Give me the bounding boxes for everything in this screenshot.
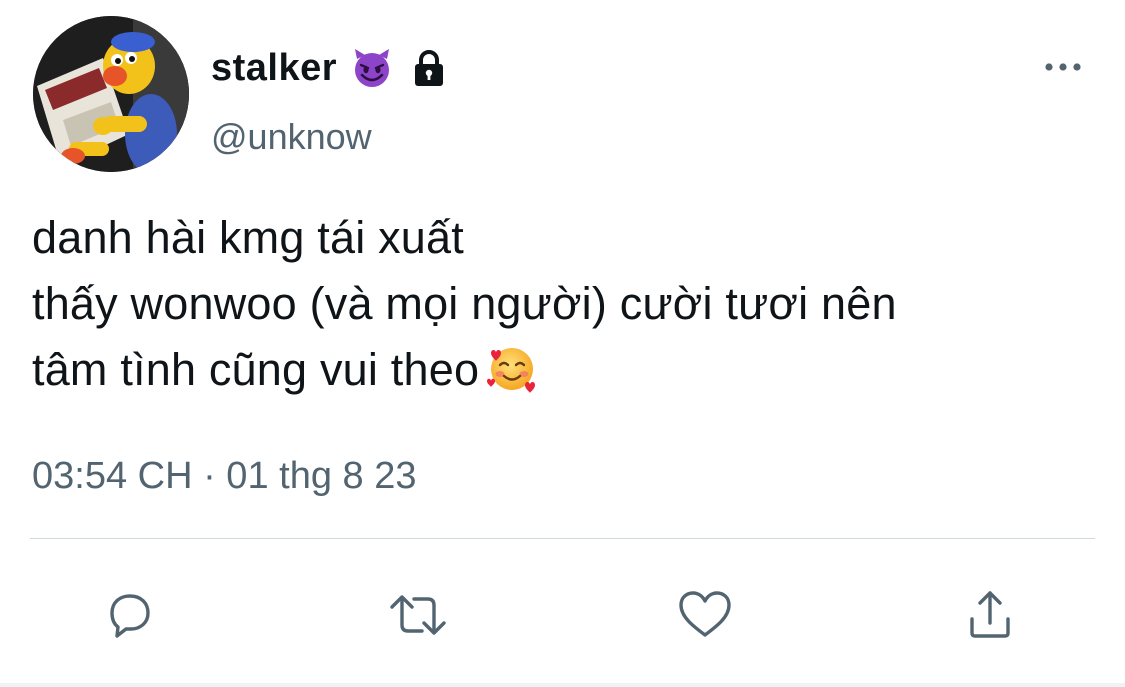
tweet-card: stalker @unknow danh hài kmg tái xuất th… bbox=[0, 0, 1125, 687]
more-button[interactable] bbox=[1038, 52, 1088, 82]
share-icon bbox=[970, 591, 1010, 638]
retweet-icon bbox=[390, 595, 446, 635]
user-handle[interactable]: @unknow bbox=[211, 116, 372, 158]
heart-icon bbox=[679, 591, 731, 637]
tweet-text-line-content: tâm tình cũng vui theo bbox=[32, 344, 480, 395]
bottom-edge bbox=[0, 683, 1125, 687]
retweet-button[interactable] bbox=[388, 585, 448, 645]
share-button[interactable] bbox=[960, 585, 1020, 645]
smiling-imp-emoji bbox=[351, 47, 393, 89]
smiling-face-with-hearts-emoji bbox=[485, 341, 539, 395]
display-name[interactable]: stalker bbox=[211, 47, 337, 90]
tweet-timestamp[interactable]: 03:54 CH · 01 thg 8 23 bbox=[32, 455, 416, 498]
tweet-text-line: danh hài kmg tái xuất bbox=[32, 212, 464, 263]
reply-icon bbox=[110, 594, 150, 638]
divider bbox=[30, 538, 1095, 539]
puppet-avatar-image bbox=[33, 16, 189, 172]
like-button[interactable] bbox=[675, 585, 735, 645]
avatar[interactable] bbox=[33, 16, 189, 172]
more-icon bbox=[1045, 63, 1081, 71]
tweet-text: danh hài kmg tái xuất thấy wonwoo (và mọ… bbox=[32, 205, 1102, 403]
lock-icon bbox=[409, 48, 449, 88]
reply-button[interactable] bbox=[100, 585, 160, 645]
name-row: stalker bbox=[211, 42, 449, 94]
tweet-text-line-with-emoji: tâm tình cũng vui theo bbox=[32, 337, 1102, 403]
tweet-text-line: thấy wonwoo (và mọi người) cười tươi nên bbox=[32, 278, 897, 329]
